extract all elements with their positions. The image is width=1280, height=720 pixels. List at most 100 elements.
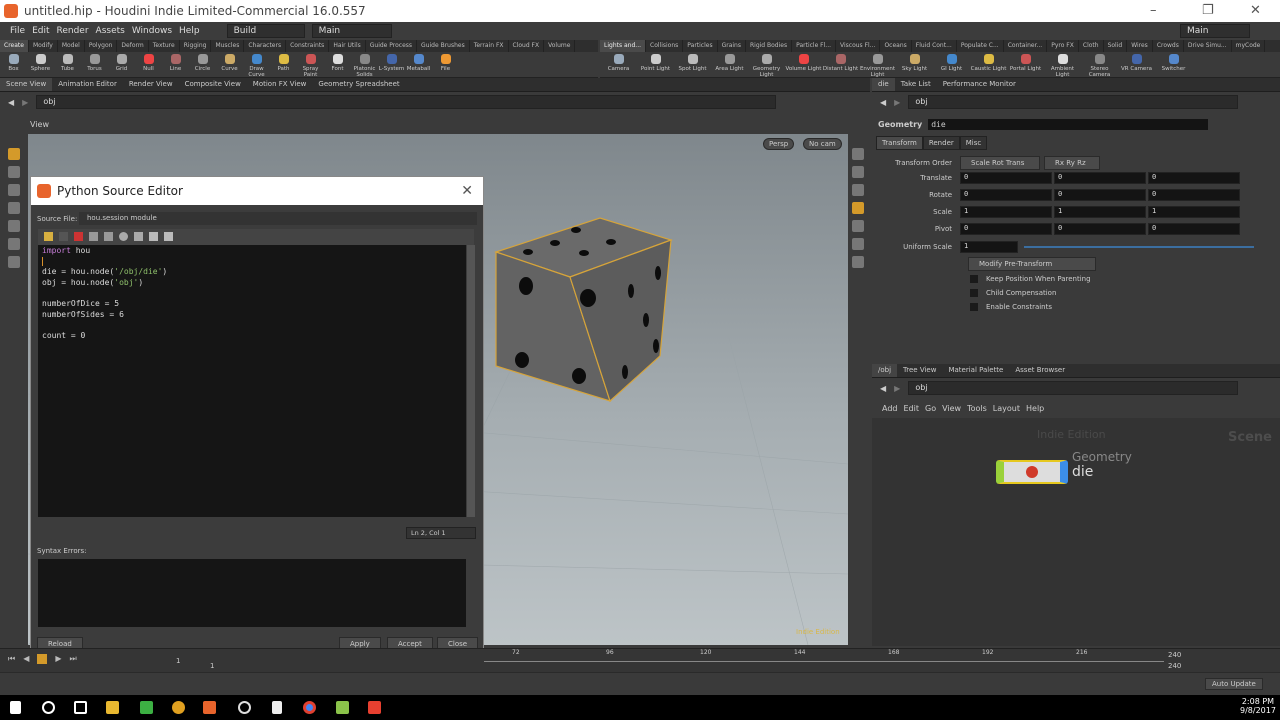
file-explorer-icon[interactable] <box>106 701 119 714</box>
forward-icon[interactable]: ▶ <box>22 98 28 107</box>
menu-file[interactable]: File <box>10 26 25 36</box>
shelf-tool[interactable]: Sky Light <box>896 54 933 78</box>
pane-tab[interactable]: Asset Browser <box>1009 364 1071 377</box>
lock-camera-icon[interactable] <box>852 166 864 178</box>
shelf-tool[interactable]: Point Light <box>637 54 674 78</box>
play-icon[interactable]: ▶ <box>55 654 61 664</box>
param-field[interactable]: 0 <box>960 172 1052 184</box>
pane-tab[interactable]: Geometry Spreadsheet <box>312 78 405 91</box>
pane-tab[interactable]: /obj <box>872 364 898 377</box>
normals-icon[interactable] <box>852 238 864 250</box>
shelf-tab[interactable]: Particle Fl... <box>792 40 837 52</box>
shelf-tab[interactable]: Characters <box>244 40 287 52</box>
param-field[interactable]: 0 <box>1148 189 1240 201</box>
menu-assets[interactable]: Assets <box>96 26 125 36</box>
shelf-tab[interactable]: Viscous Fl... <box>836 40 881 52</box>
shelf-tool[interactable]: Tube <box>54 54 81 78</box>
persp-menu[interactable]: Persp <box>763 138 795 150</box>
shelf-tab[interactable]: Grains <box>718 40 746 52</box>
auto-update-select[interactable]: Auto Update <box>1205 678 1263 690</box>
checkbox-row[interactable]: Keep Position When Parenting <box>970 275 1091 283</box>
shelf-tool[interactable]: Sphere <box>27 54 54 78</box>
shelf-tab[interactable]: Hair Utils <box>329 40 366 52</box>
pane-tab[interactable]: Composite View <box>179 78 247 91</box>
shelf-tool[interactable]: Metaball <box>405 54 432 78</box>
task-view-icon[interactable] <box>74 701 87 714</box>
checkbox[interactable] <box>970 303 978 311</box>
shelf-tab[interactable]: Rigid Bodies <box>746 40 793 52</box>
shelf-tool[interactable]: Draw Curve <box>243 54 270 78</box>
menu-render[interactable]: Render <box>57 26 89 36</box>
shelf-tool[interactable]: Portal Light <box>1007 54 1044 78</box>
back-icon[interactable]: ◀ <box>8 98 14 107</box>
find-icon[interactable] <box>119 232 128 241</box>
pane-tab[interactable]: Tree View <box>897 364 942 377</box>
wireframe-icon[interactable] <box>852 256 864 268</box>
shelf-tab[interactable]: Cloth <box>1079 40 1104 52</box>
shelf-tab[interactable]: Create <box>0 40 29 52</box>
shelf-tab[interactable]: Volume <box>544 40 576 52</box>
paste-icon[interactable] <box>104 232 113 241</box>
shelf-tab[interactable]: Terrain FX <box>470 40 509 52</box>
shelf-tool[interactable]: Camera <box>600 54 637 78</box>
shelf-tool[interactable]: GI Light <box>933 54 970 78</box>
shelf-tab[interactable]: Guide Brushes <box>417 40 470 52</box>
indent-icon[interactable] <box>149 232 158 241</box>
path-field[interactable]: obj <box>36 95 777 109</box>
param-field[interactable]: 0 <box>1054 172 1146 184</box>
display-options-icon[interactable] <box>852 148 864 160</box>
shelf-tab[interactable]: Collisions <box>646 40 684 52</box>
param-field[interactable]: 0 <box>960 223 1052 235</box>
pane-tab[interactable]: Motion FX View <box>247 78 313 91</box>
param-tab[interactable]: Transform <box>876 136 923 150</box>
app-icon[interactable] <box>140 701 153 714</box>
search-icon[interactable] <box>42 701 55 714</box>
path-field[interactable]: obj <box>908 95 1239 109</box>
menu-help[interactable]: Help <box>179 26 200 36</box>
shelf-tool[interactable]: Platonic Solids <box>351 54 378 78</box>
network-menu-item[interactable]: Layout <box>993 404 1020 414</box>
checkbox[interactable] <box>970 289 978 297</box>
shelf-tool[interactable]: L-System <box>378 54 405 78</box>
chrome-icon[interactable] <box>303 701 316 714</box>
network-menu-item[interactable]: Tools <box>967 404 987 414</box>
app-icon[interactable] <box>336 701 349 714</box>
node-name-field[interactable]: die <box>928 118 1209 130</box>
shading-icon[interactable] <box>852 184 864 196</box>
jump-end-icon[interactable]: ⏭ <box>70 654 77 664</box>
uniform-scale-field[interactable]: 1 <box>960 241 1018 253</box>
shelf-tool[interactable]: File <box>432 54 459 78</box>
shelf-tool[interactable]: Caustic Light <box>970 54 1007 78</box>
notepad-icon[interactable] <box>272 701 282 714</box>
forward-icon[interactable]: ▶ <box>894 98 900 107</box>
shelf-tab[interactable]: Lights and... <box>600 40 647 52</box>
timeline-track[interactable] <box>484 661 1164 662</box>
shelf-tab[interactable]: Rigging <box>180 40 212 52</box>
global-end-frame[interactable]: 240 <box>1168 662 1181 670</box>
pane-tab[interactable]: Take List <box>895 78 937 91</box>
rotate-tool-icon[interactable] <box>8 184 20 196</box>
param-field[interactable]: 0 <box>1148 172 1240 184</box>
shelf-tab[interactable]: Muscles <box>211 40 245 52</box>
shelf-tool[interactable]: Box <box>0 54 27 78</box>
shelf-tool[interactable]: Line <box>162 54 189 78</box>
pane-tab[interactable]: Material Palette <box>942 364 1009 377</box>
handle-tool-icon[interactable] <box>8 220 20 232</box>
network-menu-item[interactable]: Go <box>925 404 936 414</box>
shelf-tool[interactable]: Geometry Light <box>748 54 785 78</box>
path-field[interactable]: obj <box>908 381 1239 395</box>
network-editor[interactable]: Indie Edition Scene Geometry die <box>872 418 1280 646</box>
undo-icon[interactable] <box>44 232 53 241</box>
shelf-tool[interactable]: Spot Light <box>674 54 711 78</box>
param-field[interactable]: 0 <box>1054 223 1146 235</box>
network-menu-item[interactable]: Add <box>882 404 898 414</box>
clock[interactable]: 2:08 PM 9/8/2017 <box>1240 697 1276 715</box>
shelf-tab[interactable]: Solid <box>1104 40 1128 52</box>
shelf-tool[interactable]: Torus <box>81 54 108 78</box>
shelf-tool[interactable]: Font <box>324 54 351 78</box>
jump-start-icon[interactable]: ⏮ <box>8 654 15 664</box>
shelf-tab[interactable]: Cloud FX <box>509 40 545 52</box>
shelf-tool[interactable]: Path <box>270 54 297 78</box>
shelf-tab[interactable]: Populate C... <box>957 40 1004 52</box>
shelf-tool[interactable]: Circle <box>189 54 216 78</box>
